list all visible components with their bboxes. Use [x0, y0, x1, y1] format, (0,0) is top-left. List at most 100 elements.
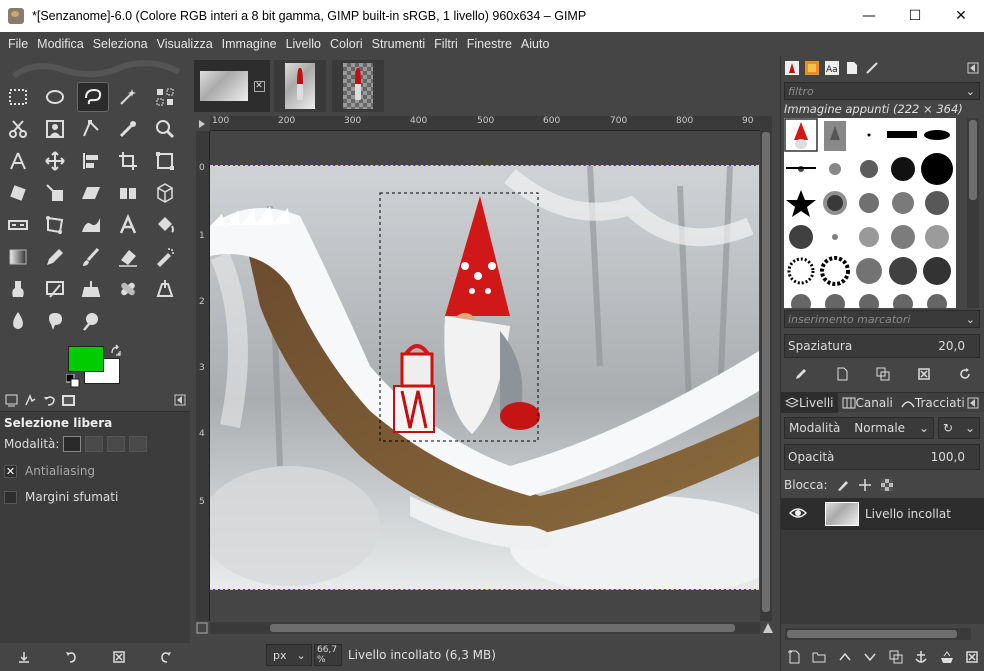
gradient-tool[interactable] [4, 244, 32, 270]
brush-scrollbar[interactable] [967, 118, 979, 308]
documents-tab-icon[interactable] [845, 61, 859, 75]
antialiasing-checkbox[interactable]: ✕ [4, 464, 17, 478]
delete-layer-icon[interactable] [965, 650, 979, 664]
image-tab-senzanome[interactable]: ✕ [194, 60, 270, 112]
composite-mode-select[interactable]: ↻ ⌄ [938, 417, 980, 439]
clone-tool[interactable] [77, 276, 105, 302]
pencil-tool[interactable] [41, 244, 69, 270]
save-options-icon[interactable] [17, 650, 31, 664]
free-select-tool[interactable] [77, 82, 109, 112]
align-tool[interactable] [77, 148, 105, 174]
warp-transform-tool[interactable] [77, 212, 105, 238]
delete-brush-icon[interactable] [917, 367, 931, 381]
foreground-select-tool[interactable] [41, 116, 69, 142]
default-colors-icon[interactable] [66, 374, 80, 388]
device-status-tab-icon[interactable] [23, 393, 38, 408]
zoom-tool[interactable] [151, 116, 179, 142]
perspective-clone-tool[interactable] [151, 276, 179, 302]
new-layer-group-icon[interactable] [812, 650, 826, 664]
undo-history-tab-icon[interactable] [42, 393, 57, 408]
paintbrush-tool[interactable] [77, 244, 105, 270]
raise-layer-icon[interactable] [838, 650, 852, 664]
tab-channels[interactable]: Canali [838, 393, 897, 413]
new-layer-icon[interactable] [787, 650, 801, 664]
tab-paths[interactable]: Tracciati [897, 393, 969, 413]
lower-layer-icon[interactable] [863, 650, 877, 664]
blur-sharpen-tool[interactable] [4, 308, 32, 334]
delete-options-icon[interactable] [112, 650, 126, 664]
menu-finestre[interactable]: Finestre [463, 37, 516, 51]
horizontal-scrollbar[interactable] [210, 622, 760, 634]
airbrush-tool[interactable] [151, 244, 179, 270]
tab-layers[interactable]: Livelli [781, 392, 838, 413]
unit-select[interactable]: px ⌄ [266, 644, 312, 666]
minimize-button[interactable]: — [846, 0, 892, 32]
paths-tool[interactable] [77, 116, 105, 142]
edit-brush-icon[interactable] [794, 367, 808, 381]
fuzzy-select-tool[interactable] [114, 84, 142, 110]
unified-transform-tool[interactable] [151, 148, 179, 174]
new-brush-icon[interactable] [835, 367, 849, 381]
menu-file[interactable]: File [4, 37, 32, 51]
tag-input[interactable]: inserimento marcatori ⌄ [784, 310, 980, 328]
menu-livello[interactable]: Livello [282, 37, 325, 51]
menu-seleziona[interactable]: Seleziona [89, 37, 152, 51]
bucket-fill-tool[interactable] [151, 212, 179, 238]
foreground-color-swatch[interactable] [68, 346, 104, 372]
duplicate-layer-icon[interactable] [889, 650, 903, 664]
fonts-tab-icon[interactable]: Aa [825, 61, 839, 75]
vertical-scrollbar[interactable] [760, 116, 772, 621]
opacity-slider[interactable]: Opacità 100,0 [784, 444, 980, 470]
move-tool[interactable] [41, 148, 69, 174]
rect-select-tool[interactable] [4, 84, 32, 110]
configure-tab-icon[interactable] [967, 62, 979, 74]
spacing-slider[interactable]: Spaziatura 20,0 [784, 334, 980, 358]
measure-tool[interactable] [4, 148, 32, 174]
menu-colori[interactable]: Colori [326, 37, 367, 51]
swap-colors-icon[interactable] [110, 344, 122, 356]
patterns-tab-icon[interactable] [805, 61, 819, 75]
heal-tool[interactable] [114, 276, 142, 302]
mode-intersect-button[interactable] [129, 436, 148, 452]
color-picker-tool[interactable] [114, 116, 142, 142]
handle-transform-tool[interactable] [41, 212, 69, 238]
mode-subtract-button[interactable] [107, 436, 126, 452]
configure-tab-icon[interactable] [174, 394, 186, 406]
image-tab-gnome-2[interactable] [332, 60, 384, 112]
refresh-brushes-icon[interactable] [958, 367, 972, 381]
mode-add-button[interactable] [85, 436, 104, 452]
anchor-layer-icon[interactable] [914, 650, 928, 664]
menu-visualizza[interactable]: Visualizza [153, 37, 217, 51]
ellipse-select-tool[interactable] [41, 84, 69, 110]
restore-options-icon[interactable] [64, 650, 78, 664]
ink-tool[interactable] [4, 276, 32, 302]
image-canvas[interactable] [210, 166, 759, 589]
lock-position-icon[interactable] [858, 478, 872, 492]
smudge-tool[interactable] [41, 308, 69, 334]
brushes-tab-icon[interactable] [785, 61, 799, 75]
menu-strumenti[interactable]: Strumenti [368, 37, 430, 51]
navigate-icon[interactable] [762, 622, 774, 634]
feather-checkbox[interactable] [4, 490, 17, 504]
duplicate-brush-icon[interactable] [876, 367, 890, 381]
configure-tab-icon[interactable] [967, 397, 979, 409]
select-by-color-tool[interactable] [151, 84, 179, 110]
menu-aiuto[interactable]: Aiuto [517, 37, 554, 51]
eraser-tool[interactable] [114, 244, 142, 270]
lock-alpha-icon[interactable] [880, 478, 894, 492]
mode-replace-button[interactable] [63, 436, 82, 452]
brush-filter-input[interactable]: filtro ⌄ [784, 82, 980, 100]
layer-hscrollbar[interactable] [785, 628, 971, 640]
tool-options-tab-icon[interactable] [4, 393, 19, 408]
close-tab-icon[interactable]: ✕ [253, 80, 265, 92]
layer-row[interactable]: Livello incollat [781, 498, 984, 530]
reset-options-icon[interactable] [159, 650, 173, 664]
cage-transform-tool[interactable] [4, 212, 32, 238]
scissors-select-tool[interactable] [4, 116, 32, 142]
zoom-toggle-icon[interactable] [196, 622, 208, 634]
menu-modifica[interactable]: Modifica [33, 37, 88, 51]
text-tool[interactable] [114, 212, 142, 238]
menu-immagine[interactable]: Immagine [218, 37, 281, 51]
lock-pixels-icon[interactable] [836, 478, 850, 492]
crop-tool[interactable] [114, 148, 142, 174]
